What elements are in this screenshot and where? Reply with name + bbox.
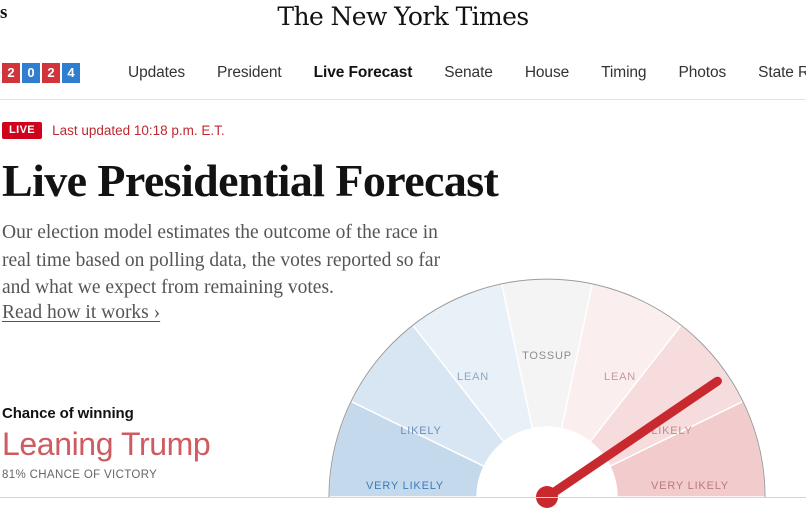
year-digit-2b: 2 [42, 62, 60, 83]
nyt-logo[interactable]: The New York Times [277, 2, 529, 31]
gauge-label-0: VERY LIKELY [366, 480, 444, 492]
nav-links: Updates President Live Forecast Senate H… [112, 64, 806, 82]
gauge-label-3: TOSSUP [522, 350, 572, 362]
election-2024-logo[interactable]: 2 0 2 4 [2, 62, 80, 83]
gauge-label-2: LEAN [457, 371, 489, 383]
forecast-gauge-svg: VERY LIKELYLIKELYLEANTOSSUPLEANLIKELYVER… [328, 278, 766, 508]
masthead-text-fragment: s [0, 2, 7, 23]
nav-item-timing[interactable]: Timing [585, 64, 662, 82]
nav-item-photos[interactable]: Photos [662, 64, 742, 82]
chance-of-winning-label: Chance of winning [2, 405, 134, 422]
last-updated-text: Last updated 10:18 p.m. E.T. [52, 123, 225, 138]
read-how-it-works-link[interactable]: Read how it works › [2, 302, 160, 324]
year-digit-4: 4 [62, 62, 80, 83]
nav-item-state-results-label: State Results [758, 63, 806, 81]
gauge-label-1: LIKELY [400, 425, 441, 437]
masthead: s The New York Times [0, 0, 806, 46]
nav-item-house[interactable]: House [509, 64, 585, 82]
live-status-row: LIVE Last updated 10:18 p.m. E.T. [2, 122, 806, 139]
status-badge-live: LIVE [2, 122, 43, 139]
primary-nav: 2 0 2 4 Updates President Live Forecast … [0, 46, 806, 100]
gauge-label-6: VERY LIKELY [651, 480, 729, 492]
year-digit-0: 0 [22, 62, 40, 83]
nyt-live-forecast-page: s The New York Times 2 0 2 4 Updates Pre… [0, 0, 806, 513]
nav-item-senate[interactable]: Senate [428, 64, 509, 82]
chance-of-winning-block: Chance of winning Leaning Trump 81% CHAN… [2, 405, 332, 481]
year-digit-2a: 2 [2, 62, 20, 83]
forecast-verdict: Leaning Trump [2, 426, 211, 462]
forecast-gauge[interactable]: VERY LIKELY LIKELY LEAN TOSSUP LEAN LIKELY VER… [320, 268, 780, 513]
gauge-label-4: LEAN [604, 371, 636, 383]
gauge-baseline-rule [0, 497, 806, 498]
chance-of-victory-text: 81% CHANCE OF VICTORY [2, 469, 158, 482]
nav-item-live-forecast[interactable]: Live Forecast [298, 64, 429, 82]
nav-item-president[interactable]: President [201, 64, 298, 82]
nav-item-updates[interactable]: Updates [112, 64, 201, 82]
page-title: Live Presidential Forecast [2, 155, 499, 206]
nav-item-state-results[interactable]: State Results [742, 64, 806, 82]
